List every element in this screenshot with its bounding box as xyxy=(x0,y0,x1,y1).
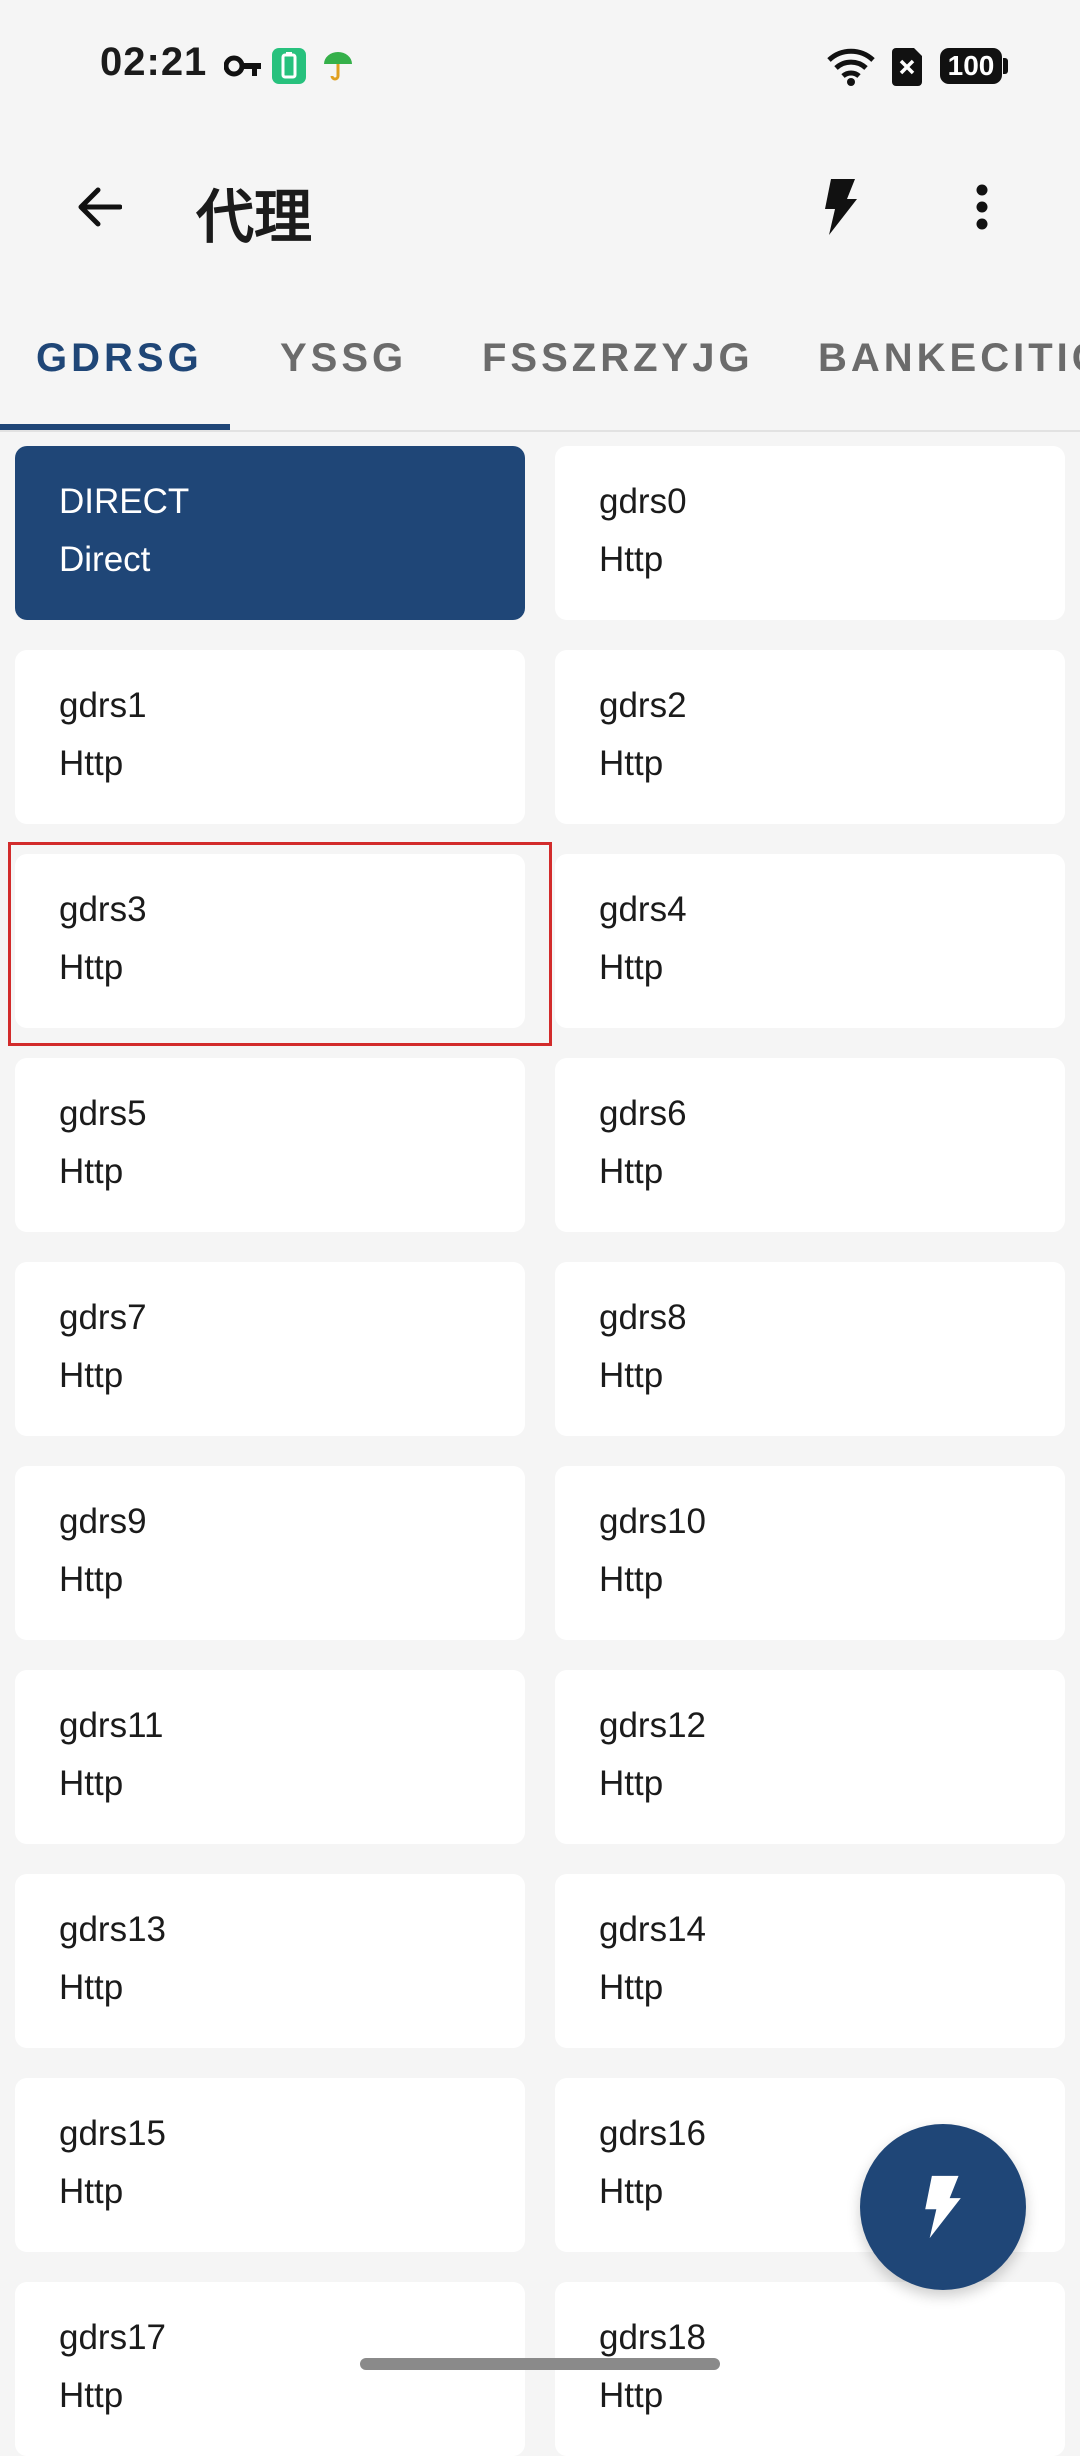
page-title: 代理 xyxy=(196,183,313,251)
proxy-type: Http xyxy=(599,1968,664,2007)
proxy-card[interactable]: gdrs3 Http xyxy=(15,854,525,1028)
proxy-type: Http xyxy=(59,1152,124,1191)
umbrella-icon xyxy=(324,52,352,81)
proxy-type: Http xyxy=(59,2376,124,2415)
proxy-name: gdrs17 xyxy=(59,2318,167,2357)
proxy-name: gdrs0 xyxy=(599,482,687,521)
no-sim-icon xyxy=(892,48,922,86)
proxy-type: Http xyxy=(59,1560,124,1599)
arrow-left-icon xyxy=(78,187,122,227)
proxy-name: gdrs15 xyxy=(59,2114,167,2153)
lightning-icon xyxy=(925,2175,961,2239)
proxy-name: gdrs5 xyxy=(59,1094,147,1133)
proxy-name: gdrs3 xyxy=(59,890,147,929)
battery-saver-icon xyxy=(272,48,306,84)
proxy-name: gdrs13 xyxy=(59,1910,167,1949)
proxy-card[interactable]: gdrs15 Http xyxy=(15,2078,525,2252)
proxy-card[interactable]: gdrs5 Http xyxy=(15,1058,525,1232)
lightning-icon xyxy=(825,179,857,235)
proxy-card[interactable]: gdrs6 Http xyxy=(555,1058,1065,1232)
battery-indicator: 100 xyxy=(940,48,1002,84)
proxy-type: Http xyxy=(599,744,664,783)
proxy-type: Http xyxy=(59,1968,124,2007)
proxy-name: gdrs12 xyxy=(599,1706,707,1745)
proxy-type: Http xyxy=(59,948,124,987)
proxy-type: Http xyxy=(599,1764,664,1803)
vpn-key-icon xyxy=(224,55,261,77)
proxy-type: Http xyxy=(59,744,124,783)
tab-yssg[interactable]: YSSG xyxy=(280,336,407,381)
home-indicator[interactable] xyxy=(360,2358,720,2370)
proxy-type: Http xyxy=(599,2376,664,2415)
proxy-name: gdrs11 xyxy=(59,1706,164,1745)
proxy-card-direct[interactable]: DIRECT Direct xyxy=(15,446,525,620)
proxy-name: gdrs6 xyxy=(599,1094,687,1133)
proxy-type: Http xyxy=(599,1560,664,1599)
test-delay-fab[interactable] xyxy=(860,2124,1026,2290)
proxy-card[interactable]: gdrs11 Http xyxy=(15,1670,525,1844)
more-vert-icon xyxy=(976,184,988,230)
proxy-type: Http xyxy=(599,948,664,987)
tab-bankecitic[interactable]: BANKECITIC xyxy=(818,336,1080,381)
proxy-card[interactable]: gdrs1 Http xyxy=(15,650,525,824)
proxy-card[interactable]: gdrs0 Http xyxy=(555,446,1065,620)
battery-tip xyxy=(1003,58,1008,74)
proxy-name: gdrs18 xyxy=(599,2318,707,2357)
proxy-card[interactable]: gdrs2 Http xyxy=(555,650,1065,824)
proxy-card[interactable]: gdrs14 Http xyxy=(555,1874,1065,2048)
test-latency-button[interactable] xyxy=(806,172,876,242)
proxy-card[interactable]: gdrs13 Http xyxy=(15,1874,525,2048)
proxy-name: gdrs10 xyxy=(599,1502,707,1541)
proxy-type: Http xyxy=(59,1764,124,1803)
proxy-name: gdrs14 xyxy=(599,1910,707,1949)
group-tabs: GDRSG YSSG FSSZRZYJG BANKECITIC xyxy=(0,290,1080,432)
proxy-name: gdrs4 xyxy=(599,890,687,929)
battery-level: 100 xyxy=(947,50,995,81)
proxy-type: Direct xyxy=(59,540,151,579)
proxy-name: gdrs9 xyxy=(59,1502,147,1541)
app-bar: 代理 xyxy=(0,130,1080,280)
proxy-type: Http xyxy=(59,1356,124,1395)
proxy-name: gdrs1 xyxy=(59,686,147,725)
proxy-card[interactable]: gdrs4 Http xyxy=(555,854,1065,1028)
proxy-type: Http xyxy=(59,2172,124,2211)
back-button[interactable] xyxy=(66,174,132,240)
more-options-button[interactable] xyxy=(950,172,1014,242)
tab-gdrsg[interactable]: GDRSG xyxy=(36,336,203,381)
proxy-card[interactable]: gdrs12 Http xyxy=(555,1670,1065,1844)
proxy-card[interactable]: gdrs9 Http xyxy=(15,1466,525,1640)
status-bar: 02:21 100 xyxy=(0,0,1080,130)
status-time: 02:21 xyxy=(100,40,208,84)
proxy-name: gdrs8 xyxy=(599,1298,687,1337)
proxy-card[interactable]: gdrs10 Http xyxy=(555,1466,1065,1640)
proxy-type: Http xyxy=(599,1356,664,1395)
proxy-card[interactable]: gdrs8 Http xyxy=(555,1262,1065,1436)
proxy-card[interactable]: gdrs7 Http xyxy=(15,1262,525,1436)
proxy-name: gdrs2 xyxy=(599,686,687,725)
proxy-name: gdrs7 xyxy=(59,1298,147,1337)
wifi-icon xyxy=(827,48,875,86)
tab-indicator xyxy=(0,424,230,430)
proxy-type: Http xyxy=(599,540,664,579)
proxy-name: DIRECT xyxy=(59,482,190,521)
tab-fsszrzyjg[interactable]: FSSZRZYJG xyxy=(482,336,754,381)
proxy-type: Http xyxy=(599,1152,664,1191)
